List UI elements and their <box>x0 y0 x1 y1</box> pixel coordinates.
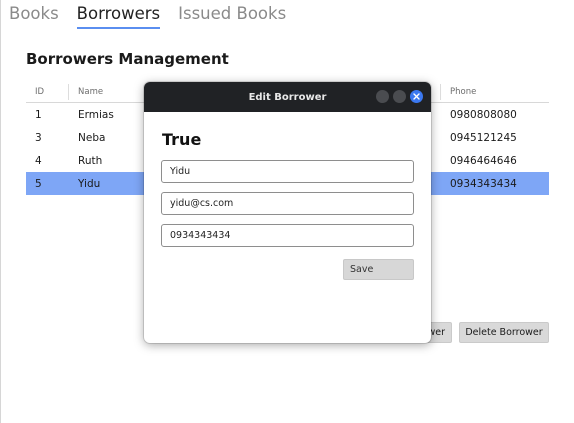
cell-name: Ruth <box>78 154 103 167</box>
cell-phone: 0980808080 <box>450 108 517 121</box>
name-field[interactable] <box>161 160 414 183</box>
tab-books[interactable]: Books <box>9 4 59 28</box>
status-text: True <box>162 130 202 149</box>
cell-id: 1 <box>35 108 42 121</box>
page-title: Borrowers Management <box>26 50 229 68</box>
cell-id: 4 <box>35 154 42 167</box>
cell-id: 5 <box>35 177 42 190</box>
column-header-name[interactable]: Name <box>78 87 103 97</box>
close-icon <box>413 93 420 100</box>
app-window: Books Borrowers Issued Books Borrowers M… <box>0 0 574 423</box>
email-field[interactable] <box>161 192 414 215</box>
column-divider[interactable] <box>440 84 441 100</box>
maximize-button[interactable] <box>393 90 406 103</box>
column-header-id[interactable]: ID <box>35 87 44 97</box>
cell-id: 3 <box>35 131 42 144</box>
cell-phone: 0934343434 <box>450 177 517 190</box>
cell-name: Ermias <box>78 108 114 121</box>
minimize-button[interactable] <box>376 90 389 103</box>
edit-borrower-dialog: Edit Borrower True Save <box>144 82 431 343</box>
cell-phone: 0946464646 <box>450 154 517 167</box>
dialog-title: Edit Borrower <box>248 91 327 103</box>
cell-phone: 0945121245 <box>450 131 517 144</box>
tab-borrowers[interactable]: Borrowers <box>76 4 161 29</box>
save-button[interactable]: Save <box>343 259 414 280</box>
window-controls <box>376 90 423 103</box>
close-button[interactable] <box>410 90 423 103</box>
dialog-titlebar[interactable]: Edit Borrower <box>144 82 431 112</box>
tab-issued-books[interactable]: Issued Books <box>178 4 286 28</box>
column-divider[interactable] <box>68 84 69 100</box>
cell-name: Neba <box>78 131 106 144</box>
window-left-border <box>0 0 1 423</box>
delete-borrower-button[interactable]: Delete Borrower <box>459 322 549 343</box>
column-header-phone[interactable]: Phone <box>450 87 476 97</box>
cell-name: Yidu <box>78 177 101 190</box>
phone-field[interactable] <box>161 224 414 247</box>
tab-bar: Books Borrowers Issued Books <box>9 4 304 29</box>
